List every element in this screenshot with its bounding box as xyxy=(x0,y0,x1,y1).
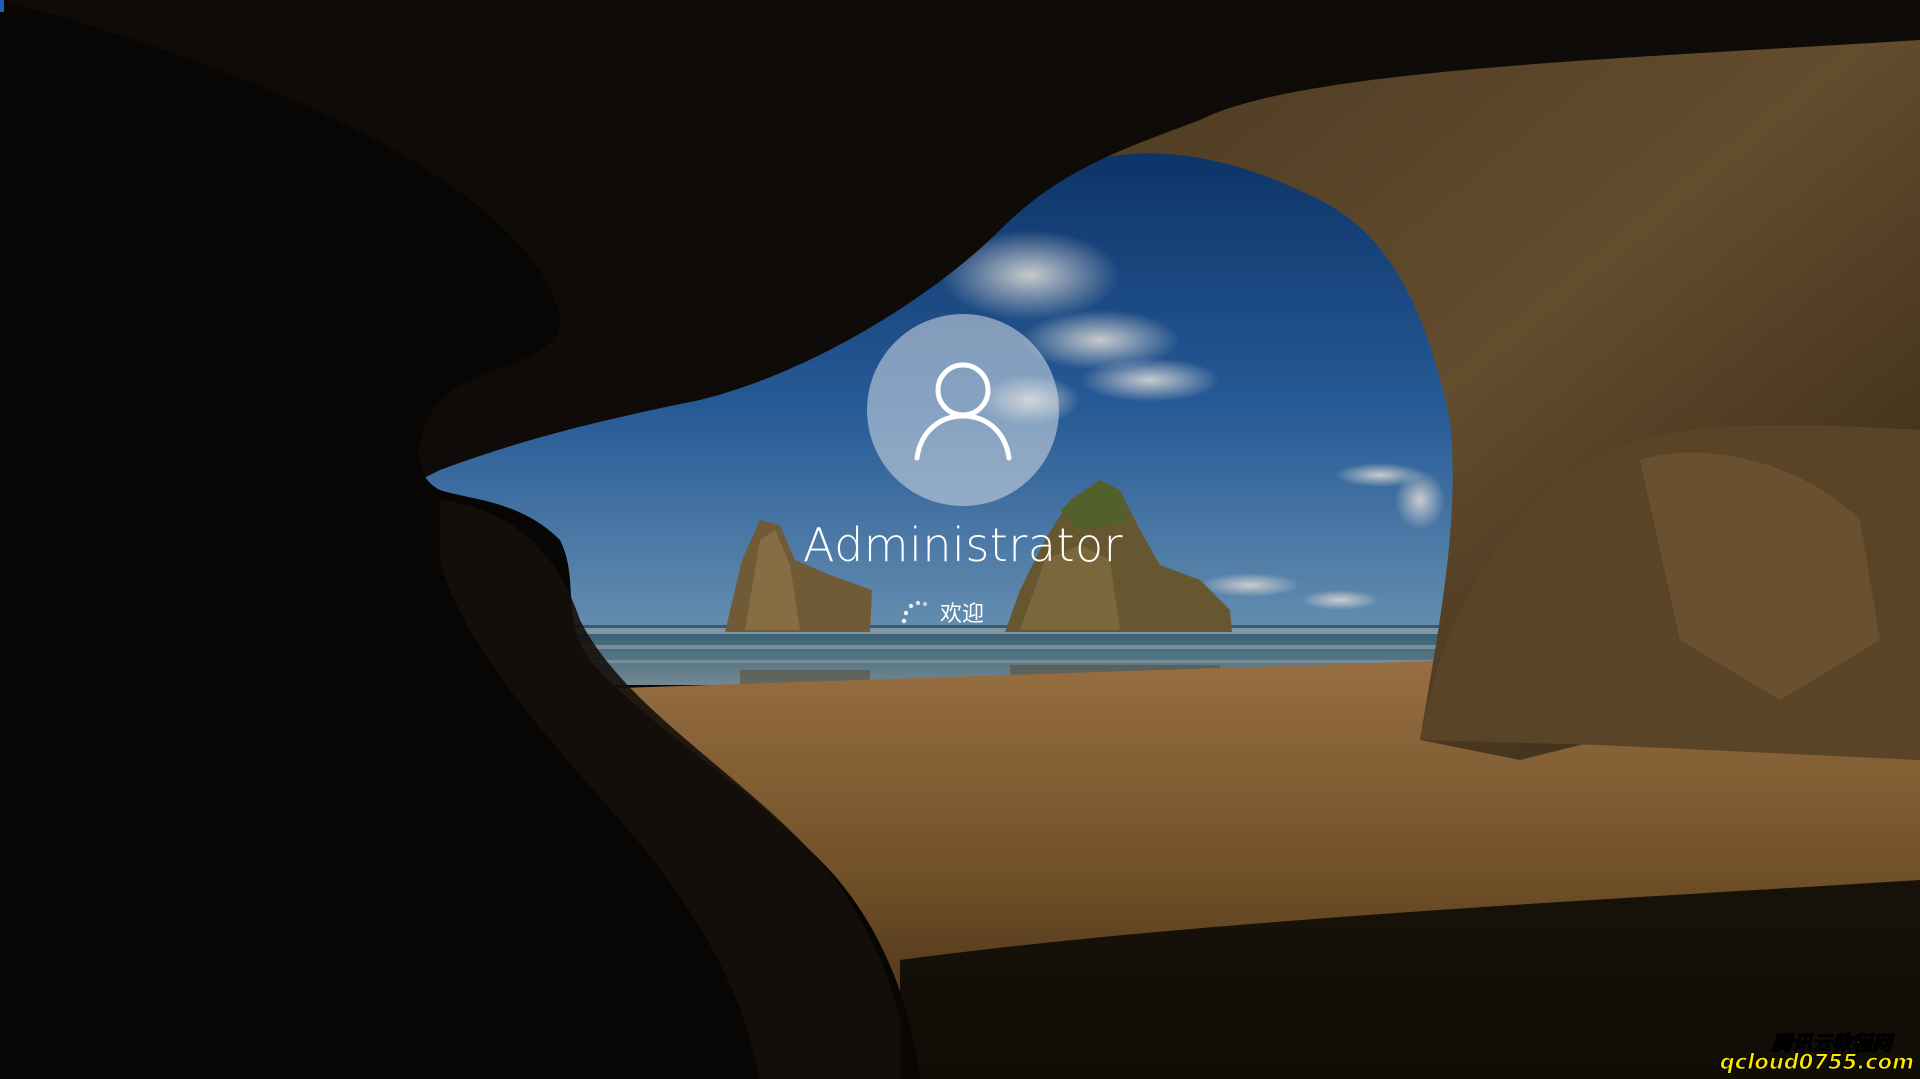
username-label: Administrator xyxy=(802,518,1124,572)
site-watermark: 腾讯云教程网 qcloud0755.com xyxy=(1719,1027,1914,1075)
lock-screen: Administrator 欢迎 腾讯云教程网 qcloud0755.com xyxy=(0,0,1920,1079)
user-icon xyxy=(914,362,1012,461)
login-panel: Administrator 欢迎 xyxy=(0,0,1920,1079)
welcome-text: 欢迎 xyxy=(940,602,985,627)
user-avatar xyxy=(867,314,1059,506)
sign-in-status: 欢迎 xyxy=(900,592,1040,632)
watermark-url: qcloud0755.com xyxy=(1719,1050,1914,1075)
loading-spinner-icon xyxy=(901,600,928,624)
